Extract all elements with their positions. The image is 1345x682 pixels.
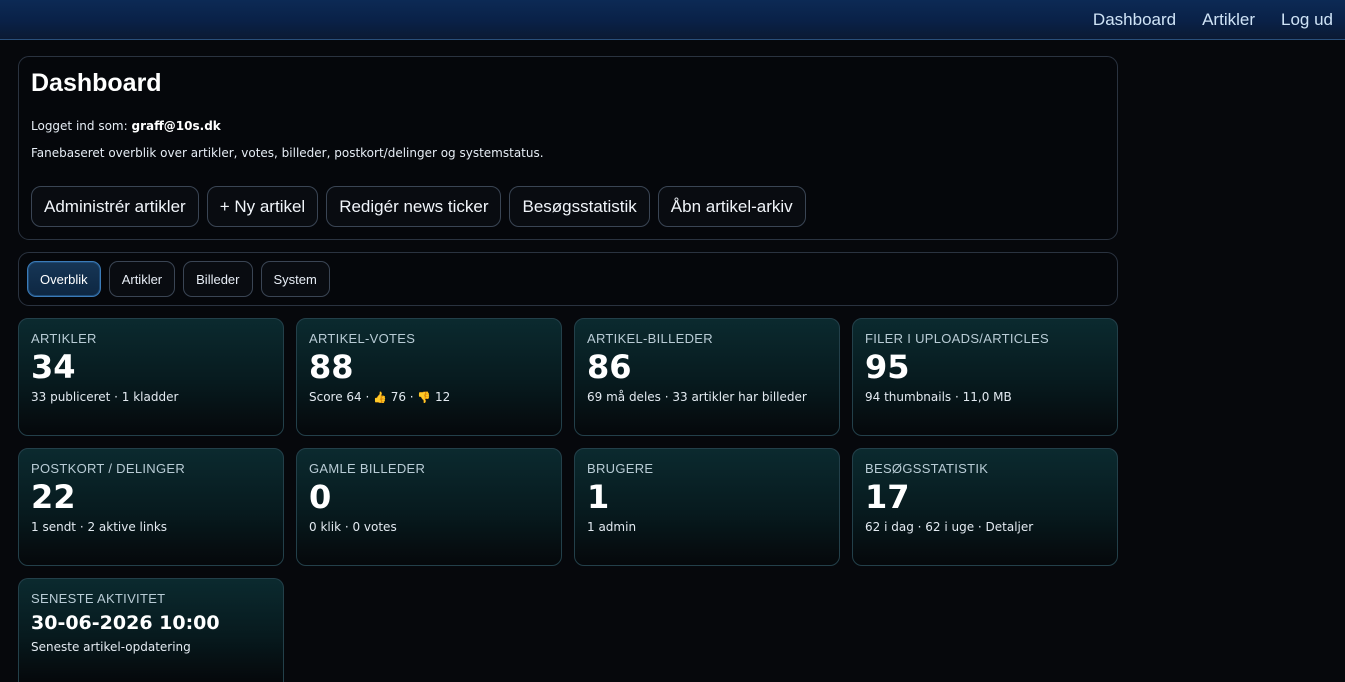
tab-overview[interactable]: Overblik (27, 261, 101, 297)
stat-card-votes: ARTIKEL-VOTES 88 Score 64 · 👍 76 · 👎 12 (296, 318, 562, 436)
tab-images[interactable]: Billeder (183, 261, 253, 297)
nav-link-dashboard[interactable]: Dashboard (1093, 10, 1176, 30)
manage-articles-button[interactable]: Administrér artikler (31, 186, 199, 227)
stat-subtext: 0 klik · 0 votes (309, 520, 397, 534)
stat-subtext: 1 sendt · 2 aktive links (31, 520, 168, 534)
stat-card-visits: BESØGSSTATISTIK 17 62 i dag · 62 i uge ·… (852, 448, 1118, 566)
stat-value: 34 (31, 348, 76, 386)
nav-link-logout[interactable]: Log ud (1281, 10, 1333, 30)
stat-subtext: 1 admin (587, 520, 637, 534)
new-article-button[interactable]: + Ny artikel (206, 186, 319, 227)
visit-stats-button[interactable]: Besøgsstatistik (509, 186, 650, 227)
stat-value: 1 (587, 478, 610, 516)
stat-card-users: BRUGERE 1 1 admin (574, 448, 840, 566)
top-navbar: Dashboard Artikler Log ud (0, 0, 1345, 40)
logged-in-user: graff@10s.dk (131, 119, 221, 133)
stat-subtext: 94 thumbnails · 11,0 MB (865, 390, 1012, 404)
stat-label: ARTIKEL-VOTES (309, 331, 416, 346)
page-title: Dashboard (31, 69, 162, 97)
thumbs-down-icon: 👎 (417, 391, 432, 404)
stat-label: ARTIKLER (31, 331, 97, 346)
edit-news-ticker-button[interactable]: Redigér news ticker (326, 186, 502, 227)
stat-value: 88 (309, 348, 354, 386)
stat-label: ARTIKEL-BILLEDER (587, 331, 713, 346)
stat-subtext: 62 i dag · 62 i uge · Detaljer (865, 520, 1034, 534)
stat-card-uploads: FILER I UPLOADS/ARTICLES 95 94 thumbnail… (852, 318, 1118, 436)
vote-down-count: 12 (434, 390, 451, 404)
stat-value: 17 (865, 478, 910, 516)
stat-label: POSTKORT / DELINGER (31, 461, 186, 476)
vote-up-count: 76 · (390, 390, 414, 404)
tab-bar: Overblik Artikler Billeder System (27, 261, 330, 297)
stat-label: FILER I UPLOADS/ARTICLES (865, 331, 1049, 346)
stat-value: 0 (309, 478, 332, 516)
stat-label: BRUGERE (587, 461, 654, 476)
open-article-archive-button[interactable]: Åbn artikel-arkiv (657, 186, 806, 227)
stat-value: 30-06-2026 10:00 (31, 612, 220, 634)
stat-card-old-images: GAMLE BILLEDER 0 0 klik · 0 votes (296, 448, 562, 566)
nav-link-articles[interactable]: Artikler (1202, 10, 1255, 30)
dashboard-header-card: Dashboard Logget ind som: graff@10s.dk F… (18, 56, 1118, 240)
stat-subtext: Seneste artikel-opdatering (31, 640, 191, 654)
logged-in-label: Logget ind som: (31, 119, 128, 133)
stat-value: 86 (587, 348, 632, 386)
logged-in-info: Logget ind som: graff@10s.dk (31, 119, 221, 133)
tabs-card: Overblik Artikler Billeder System (18, 252, 1118, 306)
stat-value: 22 (31, 478, 76, 516)
stat-card-article-images: ARTIKEL-BILLEDER 86 69 må deles · 33 art… (574, 318, 840, 436)
stat-card-postcards: POSTKORT / DELINGER 22 1 sendt · 2 aktiv… (18, 448, 284, 566)
tab-system[interactable]: System (260, 261, 330, 297)
top-nav: Dashboard Artikler Log ud (1093, 0, 1333, 40)
stat-card-latest-activity: SENESTE AKTIVITET 30-06-2026 10:00 Senes… (18, 578, 284, 682)
vote-score: Score 64 · (309, 390, 370, 404)
action-buttons: Administrér artikler + Ny artikel Redigé… (31, 186, 806, 227)
stat-label: GAMLE BILLEDER (309, 461, 426, 476)
stat-value: 95 (865, 348, 910, 386)
thumbs-up-icon: 👍 (373, 391, 387, 404)
stat-subtext: 33 publiceret · 1 kladder (31, 390, 179, 404)
tab-articles[interactable]: Artikler (108, 261, 176, 297)
page-description: Fanebaseret overblik over artikler, vote… (31, 146, 544, 160)
stat-subtext: Score 64 · 👍 76 · 👎 12 (309, 390, 549, 404)
stat-label: SENESTE AKTIVITET (31, 591, 166, 606)
stat-subtext: 69 må deles · 33 artikler har billeder (587, 390, 807, 404)
stat-card-articles: ARTIKLER 34 33 publiceret · 1 kladder (18, 318, 284, 436)
stat-label: BESØGSSTATISTIK (865, 461, 989, 476)
